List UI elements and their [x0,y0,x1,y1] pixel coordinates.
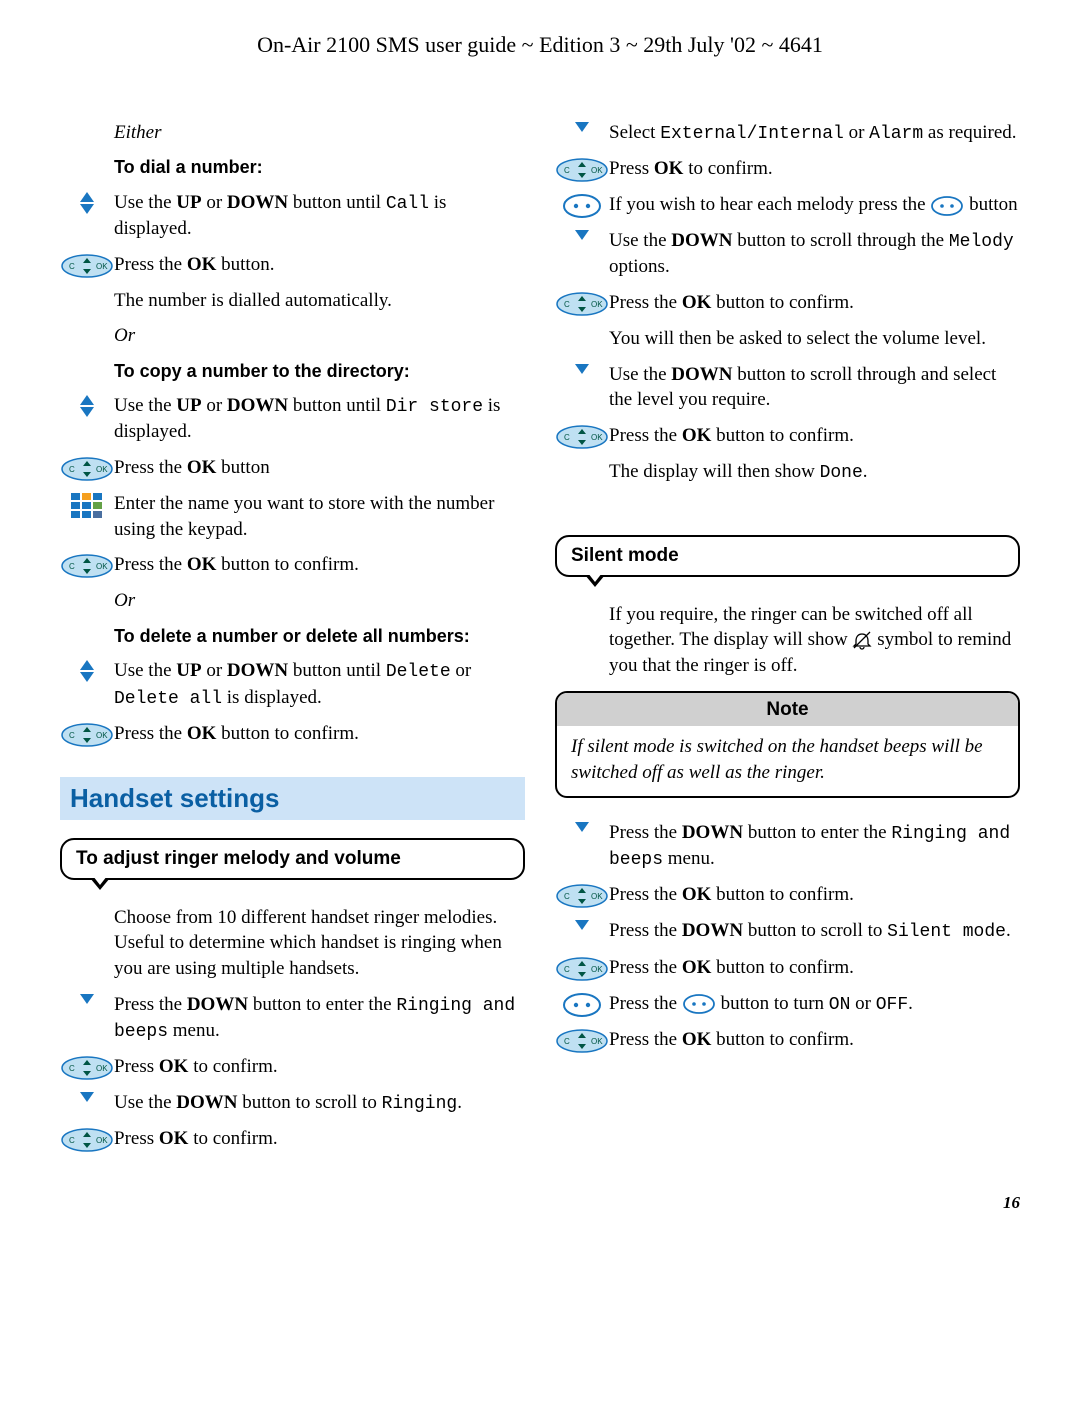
ok-key-icon [555,423,609,449]
bell-off-icon [852,631,872,651]
ok-key-icon [60,455,114,481]
page-number: 16 [60,1192,1020,1215]
dots-key-icon [555,991,609,1017]
ok-key-icon [60,721,114,747]
up-down-icon [60,393,114,417]
or-label: Or [114,323,525,349]
scroll-melody: Use the DOWN button to scroll through th… [609,228,1020,280]
delete-heading: To delete a number or delete all numbers… [114,624,525,648]
dial-step-2: Press the OK button. [114,252,525,278]
silent-intro: If you require, the ringer can be switch… [609,602,1020,679]
ok-key-icon [555,882,609,908]
dots-key-icon [555,192,609,218]
silent-mode-bubble: Silent mode [555,535,1020,577]
ok-key-icon [555,156,609,182]
copy-heading: To copy a number to the directory: [114,359,525,383]
ringer-intro: Choose from 10 different handset ringer … [114,905,525,982]
ringer-step-4: Press OK to confirm. [114,1126,525,1152]
left-column: Either To dial a number: Use the UP or D… [60,120,525,1163]
ringer-step-1: Press the DOWN button to enter the Ringi… [114,992,525,1045]
display-done: The display will then show Done. [609,459,1020,485]
down-icon [555,228,609,240]
press-ok-confirm: Press the OK button to confirm. [609,290,1020,316]
note-title: Note [557,693,1018,727]
page-header: On-Air 2100 SMS user guide ~ Edition 3 ~… [60,30,1020,60]
ringer-step-2: Press OK to confirm. [114,1054,525,1080]
down-icon [555,918,609,930]
silent-step-2: Press the OK button to confirm. [609,882,1020,908]
right-column: Select External/Internal or Alarm as req… [555,120,1020,1163]
up-down-icon [60,190,114,214]
ringer-step-3: Use the DOWN button to scroll to Ringing… [114,1090,525,1116]
note-box: Note If silent mode is switched on the h… [555,691,1020,798]
silent-step-4: Press the OK button to confirm. [609,955,1020,981]
copy-step-1: Use the UP or DOWN button until Dir stor… [114,393,525,445]
ok-key-icon [555,1027,609,1053]
dial-heading: To dial a number: [114,155,525,179]
up-down-icon [60,658,114,682]
ok-key-icon [60,1126,114,1152]
ringer-bubble: To adjust ringer melody and volume [60,838,525,880]
ok-key-icon [555,290,609,316]
dial-step-1: Use the UP or DOWN button until Call is … [114,190,525,242]
silent-step-1: Press the DOWN button to enter the Ringi… [609,820,1020,873]
keypad-icon [60,491,114,519]
select-ext-int: Select External/Internal or Alarm as req… [609,120,1020,146]
down-icon [60,992,114,1004]
or-label: Or [114,588,525,614]
silent-step-5: Press the button to turn ON or OFF. [609,991,1020,1017]
ok-key-icon [555,955,609,981]
scroll-level: Use the DOWN button to scroll through an… [609,362,1020,413]
volume-prompt: You will then be asked to select the vol… [609,326,1020,352]
down-icon [60,1090,114,1102]
ok-key-icon [60,1054,114,1080]
press-ok-confirm: Press OK to confirm. [609,156,1020,182]
delete-step-1: Use the UP or DOWN button until Delete o… [114,658,525,711]
down-icon [555,120,609,132]
handset-settings-heading: Handset settings [60,777,525,820]
down-icon [555,820,609,832]
press-ok-confirm: Press the OK button to confirm. [609,423,1020,449]
dial-step-3: The number is dialled automatically. [114,288,525,314]
either-label: Either [114,120,525,146]
delete-step-2: Press the OK button to confirm. [114,721,525,747]
note-body: If silent mode is switched on the handse… [571,734,1004,785]
down-icon [555,362,609,374]
silent-step-3: Press the DOWN button to scroll to Silen… [609,918,1020,944]
copy-step-3: Enter the name you want to store with th… [114,491,525,542]
copy-step-2: Press the OK button [114,455,525,481]
silent-step-6: Press the OK button to confirm. [609,1027,1020,1053]
copy-step-4: Press the OK button to confirm. [114,552,525,578]
ok-key-icon [60,252,114,278]
hear-melody: If you wish to hear each melody press th… [609,192,1020,218]
ok-key-icon [60,552,114,578]
